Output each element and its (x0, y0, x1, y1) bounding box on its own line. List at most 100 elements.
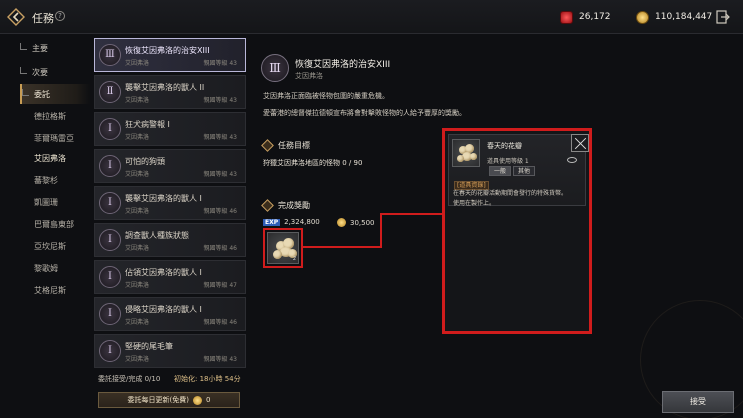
close-icon[interactable] (571, 134, 589, 152)
quest-card[interactable]: Ⅱ 襲擊艾因弗洛的獸人 II 艾因弗洛 親國等級 43 (94, 75, 246, 109)
gold-coin-icon (193, 395, 202, 405)
ruby-currency[interactable]: 26,172 (560, 10, 611, 24)
subitem-7[interactable]: 亞坎尼斯 (34, 236, 66, 256)
quest-region: 艾因弗洛 (125, 171, 150, 178)
petal-item-icon (452, 139, 480, 167)
daily-refresh-button[interactable]: 委託每日更新(免費) 0 (98, 392, 240, 408)
checkmark-icon (22, 88, 29, 96)
item-description: 在春天的花瓣活動期間會發行的特殊貨幣。 使用在製作上。 (453, 190, 568, 207)
subitem-9[interactable]: 艾格尼斯 (34, 280, 66, 300)
gold-currency[interactable]: 110,184,447 (636, 10, 712, 24)
quest-tier-badge: Ⅰ (99, 155, 121, 177)
quest-level: 親國等級 43 (203, 134, 237, 141)
subitem-4[interactable]: 蕃黎杉 (34, 170, 58, 190)
quest-name: 堅硬的尾毛筆 (125, 342, 173, 351)
subitem-6[interactable]: 巴爾島東部 (34, 214, 74, 234)
quest-level: 親國等級 43 (203, 60, 237, 67)
eye-icon[interactable] (567, 157, 577, 163)
quest-region: 艾因弗洛 (125, 319, 150, 326)
sidebar-item-commission[interactable]: 委託 (20, 84, 90, 104)
sidebar-item-label: 主要 (32, 43, 48, 53)
quest-region: 艾因弗洛 (125, 282, 150, 289)
quest-tier-badge: Ⅰ (99, 303, 121, 325)
item-name: 春天的花瓣 (487, 142, 522, 150)
quest-list: Ⅲ 恢復艾因弗洛的治安XIII 艾因弗洛 親國等級 43 Ⅱ 襲擊艾因弗洛的獸人… (94, 38, 246, 368)
gold-reward: 30,500 (337, 218, 375, 227)
highlight-connector (380, 213, 382, 248)
diamond-icon (261, 199, 274, 212)
quest-tier-badge: Ⅰ (99, 192, 121, 214)
accepted-count: 委託接受/完成 0/10 (98, 375, 161, 383)
item-tooltip: 春天的花瓣 道具使用等級 1 一般 其他 [道具資錄] 在春天的花瓣活動期間會發… (442, 128, 592, 334)
back-icon[interactable] (6, 7, 26, 27)
subitem-8[interactable]: 黎歌姆 (34, 258, 58, 278)
quest-name: 侵略艾因弗洛的獸人 I (125, 305, 202, 314)
subitem-einflo[interactable]: 艾因弗洛 (24, 148, 104, 168)
quest-tier-badge: Ⅰ (99, 229, 121, 251)
accept-button[interactable]: 接受 (662, 391, 734, 413)
sidebar-item-label: 次要 (32, 67, 48, 77)
quest-description: 艾因弗洛正面臨被怪物包圍的嚴重危機。 愛蕾港的總督傑拉德頓宣布將會對擊敗怪物的人… (263, 92, 466, 117)
quest-level: 親國等級 47 (203, 282, 237, 289)
quest-tier-badge: Ⅲ (261, 54, 289, 82)
item-count: 2 (292, 256, 296, 262)
subitem-firmarea[interactable]: 菲爾瑪雷亞 (34, 128, 74, 148)
quest-level: 親國等級 43 (203, 171, 237, 178)
quest-tier-badge: Ⅰ (99, 340, 121, 362)
sidebar-item-main[interactable]: 主要 (20, 38, 90, 58)
reward-item-slot[interactable]: 2 (263, 228, 303, 268)
exp-value: 2,324,800 (284, 218, 320, 226)
quest-card[interactable]: Ⅰ 狂犬病警報 I 艾因弗洛 親國等級 43 (94, 112, 246, 146)
quest-level: 親國等級 46 (203, 319, 237, 326)
quest-card[interactable]: Ⅰ 可怕的狗頭 艾因弗洛 親國等級 43 (94, 149, 246, 183)
gold-coin-icon (337, 218, 346, 227)
gold-coin-icon (636, 10, 649, 24)
quest-region: 艾因弗洛 (125, 208, 150, 215)
quest-title: 恢復艾因弗洛的治安XIII (295, 60, 391, 70)
refresh-label: 委託每日更新(免費) (127, 396, 189, 404)
quest-tier-badge: Ⅰ (99, 118, 121, 140)
subitem-5[interactable]: 凱圖珊 (34, 192, 58, 212)
gold-reward-value: 30,500 (350, 218, 375, 227)
quest-region: 艾因弗洛 (125, 245, 150, 252)
quest-region: 艾因弗洛 (125, 356, 150, 363)
highlight-connector (380, 213, 443, 215)
quest-card[interactable]: Ⅰ 襲擊艾因弗洛的獸人 I 艾因弗洛 親國等級 46 (94, 186, 246, 220)
quest-name: 襲擊艾因弗洛的獸人 II (125, 83, 205, 92)
quest-name: 可怕的狗頭 (125, 157, 165, 166)
subitem-dragos[interactable]: 德拉格斯 (34, 106, 66, 126)
quest-card[interactable]: Ⅰ 侵略艾因弗洛的獸人 I 艾因弗洛 親國等級 46 (94, 297, 246, 331)
objective-heading: 任務目標 (261, 139, 310, 152)
quest-card[interactable]: Ⅰ 堅硬的尾毛筆 艾因弗洛 親國等級 43 (94, 334, 246, 368)
checkmark-icon (20, 42, 27, 50)
quest-name: 狂犬病警報 I (125, 120, 170, 129)
exp-tag: EXP (263, 218, 281, 226)
quest-region: 艾因弗洛 (295, 72, 323, 80)
quest-region: 艾因弗洛 (125, 97, 150, 104)
objective-heading-label: 任務目標 (278, 141, 310, 150)
quest-tier-badge: Ⅰ (99, 266, 121, 288)
top-bar: 任務 ? 26,172 110,184,447 (0, 0, 743, 34)
exit-icon[interactable] (716, 10, 730, 24)
quest-name: 恢復艾因弗洛的治安XIII (125, 46, 210, 55)
quest-card[interactable]: Ⅲ 恢復艾因弗洛的治安XIII 艾因弗洛 親國等級 43 (94, 38, 246, 72)
ruby-amount: 26,172 (579, 12, 611, 22)
quest-tier-badge: Ⅲ (99, 44, 121, 66)
quest-tier-badge: Ⅱ (99, 81, 121, 103)
help-icon[interactable]: ? (55, 11, 65, 21)
quest-region: 艾因弗洛 (125, 60, 150, 67)
quest-name: 佔領艾因弗洛的獸人 I (125, 268, 202, 277)
quest-name: 調查獸人種族狀態 (125, 231, 189, 240)
diamond-icon (261, 139, 274, 152)
quest-level: 親國等級 46 (203, 208, 237, 215)
objective-text: 狩獵艾因弗洛地區的怪物 0 / 90 (263, 159, 363, 167)
page-title: 任務 (32, 12, 54, 25)
quest-name: 襲擊艾因弗洛的獸人 I (125, 194, 202, 203)
quest-card[interactable]: Ⅰ 佔領艾因弗洛的獸人 I 艾因弗洛 親國等級 47 (94, 260, 246, 294)
exp-reward: EXP 2,324,800 (263, 218, 320, 226)
quest-level: 親國等級 46 (203, 245, 237, 252)
quest-card[interactable]: Ⅰ 調查獸人種族狀態 艾因弗洛 親國等級 46 (94, 223, 246, 257)
item-grade-chip: 一般 (489, 166, 511, 176)
sidebar-item-secondary[interactable]: 次要 (20, 62, 90, 82)
petal-item-icon: 2 (267, 232, 299, 264)
